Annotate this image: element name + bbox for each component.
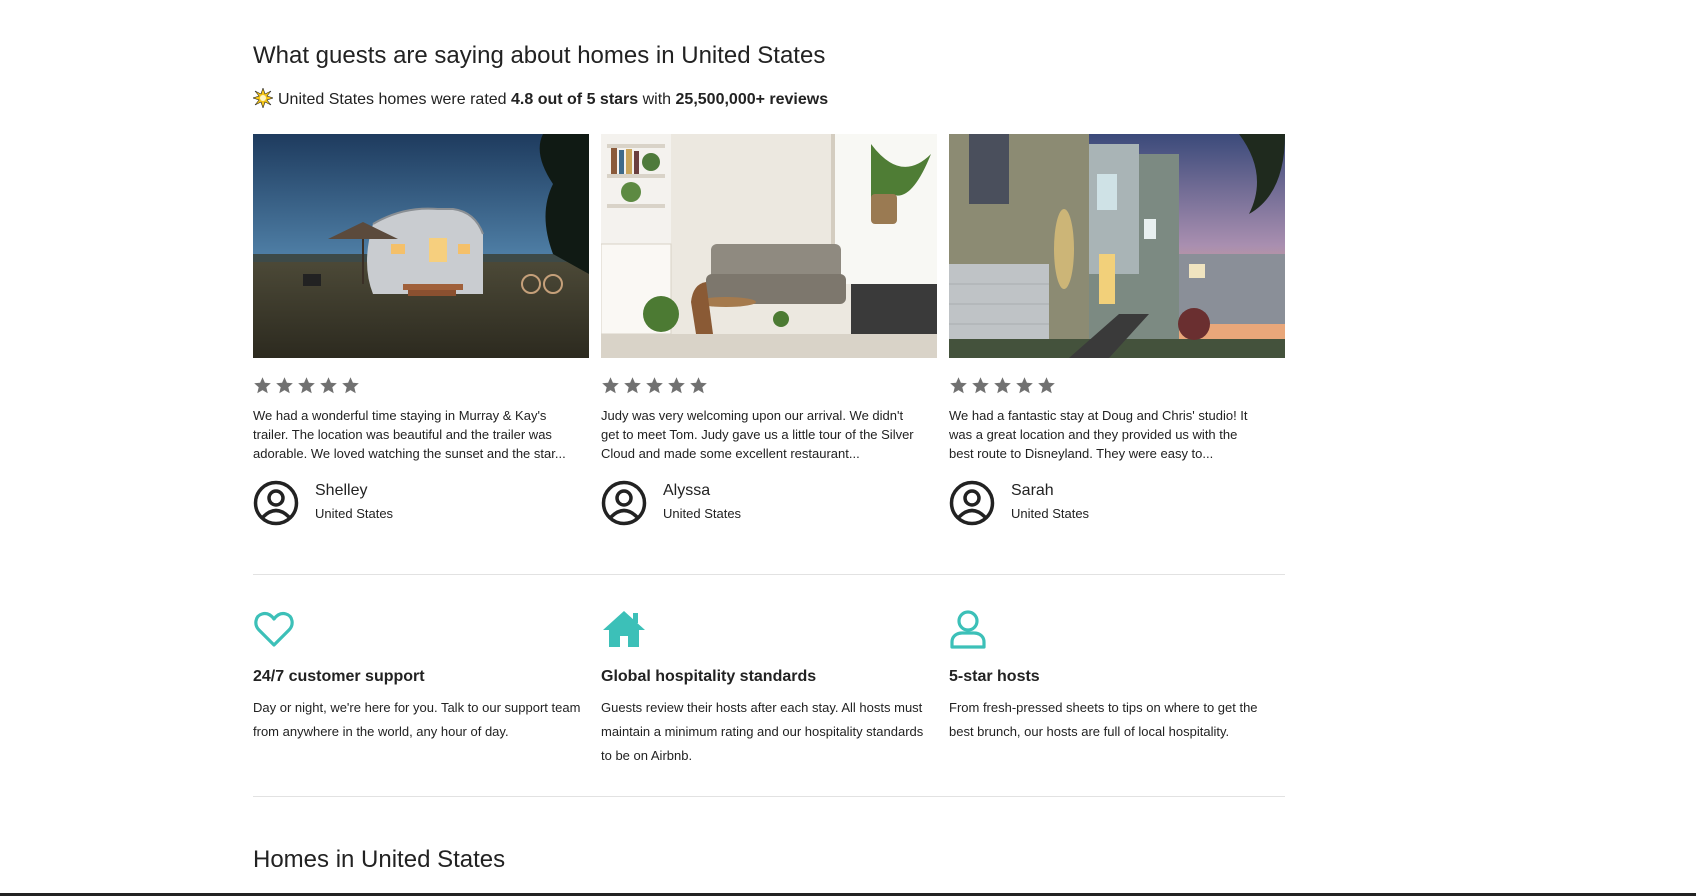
review-card: We had a wonderful time staying in Murra… (253, 134, 589, 534)
star-icon (276, 377, 293, 394)
star-icon (668, 377, 685, 394)
user-avatar-icon (949, 480, 995, 526)
reviewer-name: Shelley (315, 482, 368, 499)
summary-prefix: United States homes were rated (278, 91, 507, 108)
star-icon (1038, 377, 1055, 394)
review-text: We had a fantastic stay at Doug and Chri… (949, 408, 1248, 461)
star-icon (298, 377, 315, 394)
reviewer-name: Sarah (1011, 482, 1054, 499)
review-cards: We had a wonderful time staying in Murra… (253, 134, 1285, 534)
rating-stars (949, 376, 1056, 395)
star-icon (320, 377, 337, 394)
review-text: Judy was very welcoming upon our arrival… (601, 408, 914, 461)
star-icon (602, 377, 619, 394)
review-photo-living-room[interactable] (601, 134, 937, 358)
summary-middle: with (642, 91, 672, 108)
rating-stars (253, 376, 360, 395)
star-icon (624, 377, 641, 394)
review-text: We had a wonderful time staying in Murra… (253, 408, 566, 461)
homes-heading: Homes in United States (253, 846, 506, 873)
star-icon (690, 377, 707, 394)
feature-list: 24/7 customer support Day or night, we'r… (253, 608, 1285, 768)
section-divider (253, 574, 1285, 575)
review-card: Judy was very welcoming upon our arrival… (601, 134, 937, 534)
summary-rating: 4.8 out of 5 stars (511, 91, 639, 108)
star-icon (972, 377, 989, 394)
feature-title: 24/7 customer support (253, 668, 425, 685)
reviewer-location: United States (1011, 506, 1090, 521)
person-icon (949, 608, 991, 650)
feature-item: 5-star hosts From fresh-pressed sheets t… (949, 608, 1285, 768)
feature-title: 5-star hosts (949, 668, 1040, 685)
rating-stars (601, 376, 708, 395)
reviewer-name: Alyssa (663, 482, 711, 499)
feature-title: Global hospitality standards (601, 668, 817, 685)
reviewer-location: United States (663, 506, 742, 521)
summary-reviews: 25,500,000+ reviews (675, 91, 829, 108)
house-icon (601, 608, 645, 650)
review-card: We had a fantastic stay at Doug and Chri… (949, 134, 1285, 534)
section-heading: What guests are saying about homes in Un… (253, 42, 826, 69)
star-icon (950, 377, 967, 394)
feature-item: 24/7 customer support Day or night, we'r… (253, 608, 589, 768)
feature-description: From fresh-pressed sheets to tips on whe… (949, 700, 1258, 739)
feature-item: Global hospitality standards Guests revi… (601, 608, 937, 768)
feature-description: Guests review their hosts after each sta… (601, 700, 924, 763)
star-icon (994, 377, 1011, 394)
sparkle-icon (252, 87, 274, 109)
star-icon (646, 377, 663, 394)
review-photo-trailer[interactable] (253, 134, 589, 358)
user-avatar-icon (253, 480, 299, 526)
star-icon (1016, 377, 1033, 394)
heart-icon (253, 608, 295, 650)
review-photo-house[interactable] (949, 134, 1285, 358)
section-divider (253, 796, 1285, 797)
star-icon (342, 377, 359, 394)
star-icon (254, 377, 271, 394)
user-avatar-icon (601, 480, 647, 526)
reviewer-location: United States (315, 506, 394, 521)
feature-description: Day or night, we're here for you. Talk t… (253, 700, 581, 739)
rating-summary: United States homes were rated 4.8 out o… (252, 87, 829, 109)
